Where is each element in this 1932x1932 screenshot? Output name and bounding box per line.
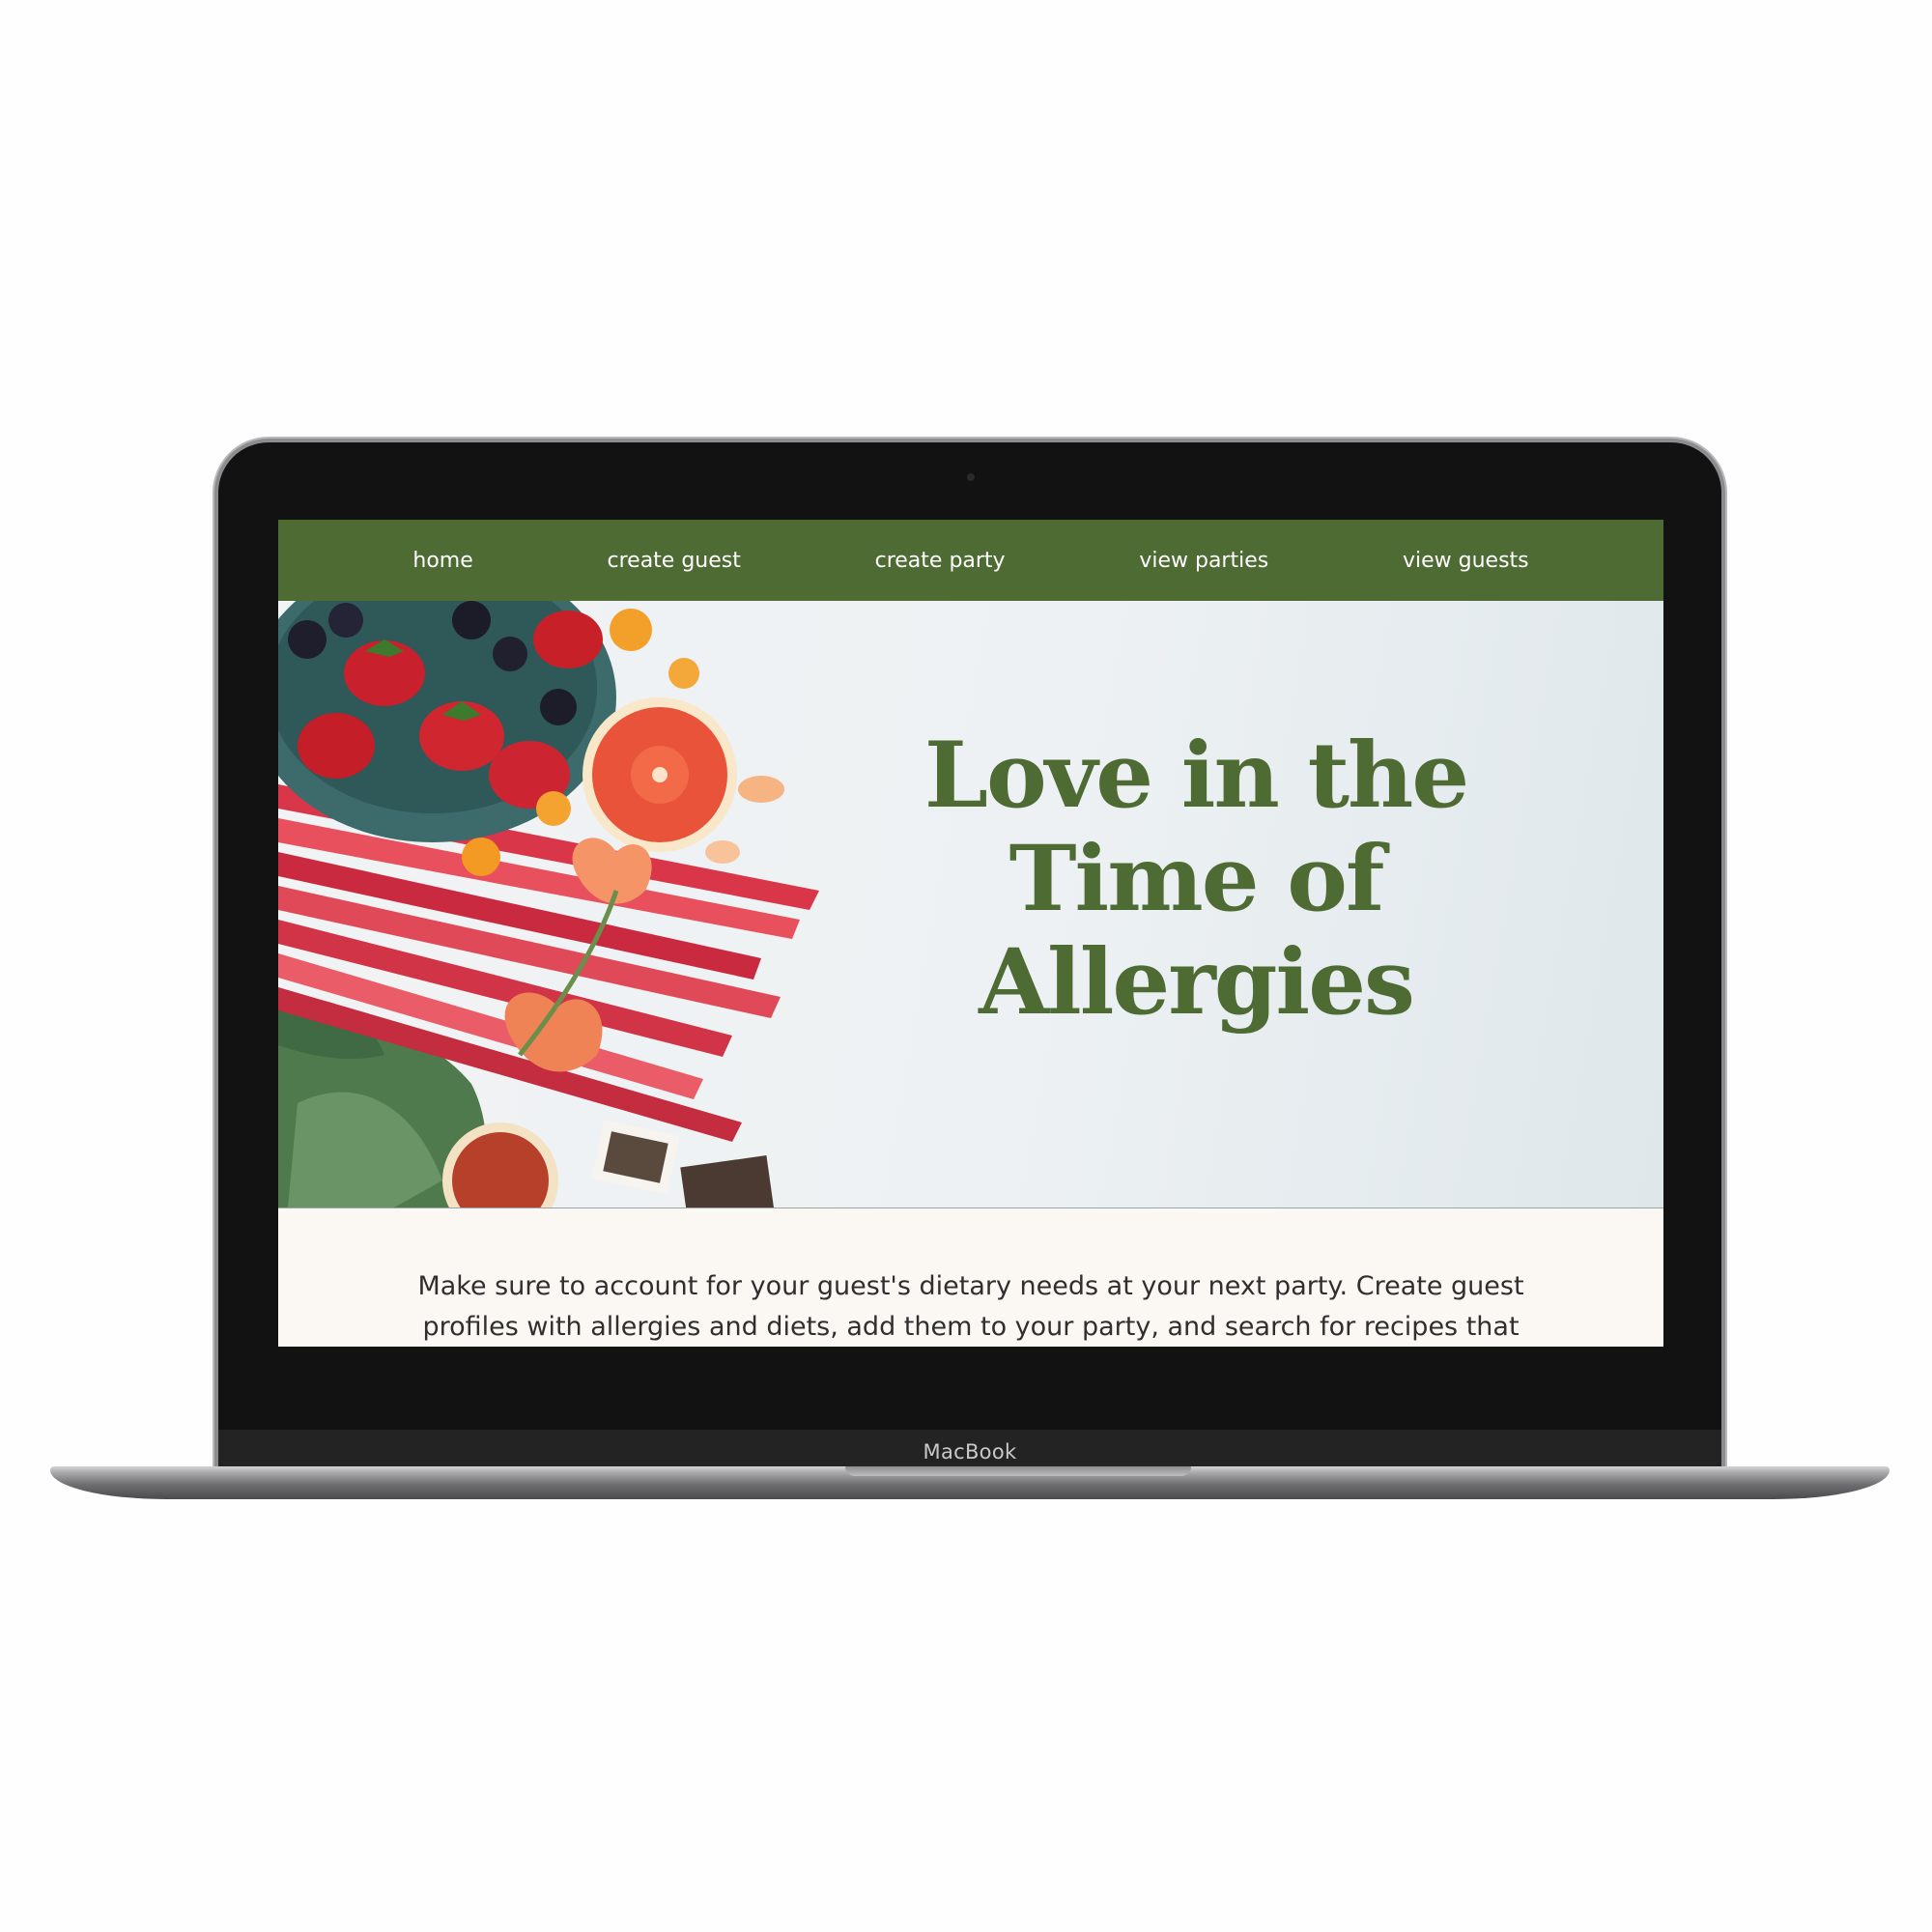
hero-title-line-2: Time of bbox=[1009, 826, 1385, 932]
hero-food-image bbox=[278, 601, 819, 1208]
nav-home-link[interactable]: home bbox=[412, 549, 472, 573]
camera-icon bbox=[967, 473, 975, 481]
mockup-stage: home create guest create party view part… bbox=[0, 0, 1932, 1932]
nav-view-parties-link[interactable]: view parties bbox=[1139, 549, 1268, 573]
nav-bar: home create guest create party view part… bbox=[278, 520, 1663, 601]
nav-view-guests-link[interactable]: view guests bbox=[1403, 549, 1529, 573]
laptop-notch bbox=[845, 1466, 1191, 1476]
hero-title: Love in the Time of Allergies bbox=[848, 724, 1544, 1035]
hero-title-line-3: Allergies bbox=[979, 929, 1415, 1036]
hero-banner: Love in the Time of Allergies bbox=[278, 601, 1663, 1208]
intro-paragraph: Make sure to account for your guest's di… bbox=[417, 1271, 1524, 1342]
nav-create-party-link[interactable]: create party bbox=[875, 549, 1006, 573]
nav-create-guest-link[interactable]: create guest bbox=[608, 549, 741, 573]
hero-title-line-1: Love in the bbox=[923, 723, 1469, 829]
laptop-base bbox=[50, 1466, 1889, 1499]
laptop-lid: home create guest create party view part… bbox=[218, 442, 1721, 1472]
laptop-screen: home create guest create party view part… bbox=[278, 520, 1663, 1347]
device-label: MacBook bbox=[923, 1440, 1017, 1463]
